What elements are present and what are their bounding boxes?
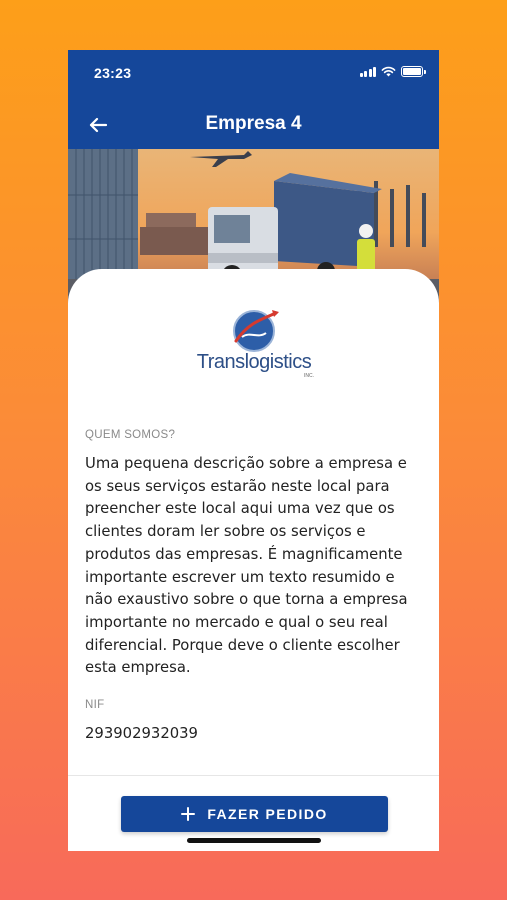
status-icons	[359, 66, 426, 77]
status-time: 23:23	[94, 65, 132, 81]
status-bar: 23:23	[68, 50, 439, 100]
about-description: Uma pequena descrição sobre a empresa e …	[85, 455, 408, 677]
plus-icon	[181, 807, 196, 821]
company-details-card: Translogistics INC. QUEM SOMOS? Uma pequ…	[68, 269, 439, 851]
battery-icon	[401, 66, 426, 77]
signal-icon	[359, 66, 376, 77]
navigation-bar: Empresa 4	[68, 100, 439, 149]
home-indicator[interactable]	[187, 838, 321, 843]
company-logo: Translogistics INC.	[192, 309, 316, 385]
logo-suffix: INC.	[304, 373, 314, 379]
place-order-label: FAZER PEDIDO	[207, 806, 328, 822]
nif-label: NIF	[85, 699, 105, 711]
about-label: QUEM SOMOS?	[85, 429, 176, 441]
bottom-action-bar: FAZER PEDIDO	[68, 775, 439, 851]
page-title: Empresa 4	[205, 113, 302, 134]
nif-value: 293902932039	[85, 725, 198, 742]
wifi-icon	[381, 66, 396, 77]
phone-screen: 23:23 Empresa 4 Translogistics INC. QUEM…	[68, 50, 439, 851]
globe-logo-icon	[233, 310, 279, 352]
logo-wordmark: Translogistics	[196, 351, 312, 373]
place-order-button[interactable]: FAZER PEDIDO	[121, 796, 388, 832]
